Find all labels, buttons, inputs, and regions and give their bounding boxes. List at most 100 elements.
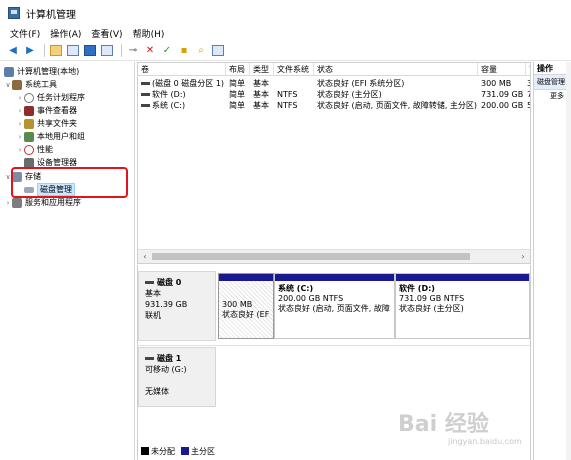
column-header-free[interactable]: 可 xyxy=(526,63,530,76)
chevron-right-icon[interactable]: › xyxy=(16,120,24,128)
disk-type: 基本 xyxy=(145,289,161,298)
scrollbar-thumb[interactable] xyxy=(152,253,470,260)
tree-item-label: 任务计划程序 xyxy=(37,93,85,102)
navigation-tree: 计算机管理(本地) ∨ 系统工具 › 任务计划程序 › 事件查看器 › 共享文件… xyxy=(0,62,135,460)
legend-swatch xyxy=(181,447,189,455)
toolbar: ◀ ▶ ⊸ ✕ ✓ ▪ ⌕ xyxy=(0,41,571,61)
annotation-highlight-box xyxy=(11,167,128,198)
chevron-right-icon[interactable]: › xyxy=(16,94,24,102)
tools-icon xyxy=(12,79,22,90)
partition-status: 状态良好 (主分区) xyxy=(399,304,464,313)
performance-icon xyxy=(24,144,34,155)
volume-layout: 简单 xyxy=(229,101,245,110)
legend-label: 主分区 xyxy=(191,446,215,456)
column-header-status[interactable]: 状态 xyxy=(314,63,478,76)
disk-status: 联机 xyxy=(145,311,161,320)
view-icon[interactable] xyxy=(211,44,225,58)
connect-icon[interactable]: ⊸ xyxy=(126,44,140,58)
check-icon[interactable]: ✓ xyxy=(160,44,174,58)
disk-type: 可移动 (G:) xyxy=(145,365,187,374)
legend-swatch xyxy=(141,447,149,455)
table-row[interactable]: (磁盘 0 磁盘分区 1) 简单 基本 状态良好 (EFI 系统分区) 300 … xyxy=(138,78,530,89)
partition-bar xyxy=(396,274,529,281)
partition-status: 状态良好 (启动, 页面文件, 故障 xyxy=(278,304,390,313)
disk-name-row: 磁盘 0 xyxy=(145,277,209,288)
tree-item-event-viewer[interactable]: › 事件查看器 xyxy=(16,104,77,117)
tree-item-system-tools[interactable]: ∨ 系统工具 xyxy=(4,78,57,91)
horizontal-scrollbar[interactable]: ‹ › xyxy=(138,249,530,263)
properties-icon[interactable] xyxy=(100,44,114,58)
divider xyxy=(138,345,530,346)
volume-capacity: 731.09 GB xyxy=(481,90,524,99)
chevron-right-icon[interactable]: › xyxy=(16,107,24,115)
table-row[interactable]: 软件 (D:) 简单 基本 NTFS 状态良好 (主分区) 731.09 GB … xyxy=(138,89,530,100)
volume-type: 基本 xyxy=(253,101,269,110)
partition-bar xyxy=(219,274,273,281)
column-header-filesystem[interactable]: 文件系统 xyxy=(274,63,314,76)
tree-item-performance[interactable]: › 性能 xyxy=(16,143,53,156)
vertical-scrollbar[interactable] xyxy=(566,62,571,460)
delete-icon[interactable]: ✕ xyxy=(143,44,157,58)
toolbar-divider xyxy=(44,44,45,57)
scroll-right-icon[interactable]: › xyxy=(517,251,529,263)
chevron-down-icon[interactable]: ∨ xyxy=(4,81,12,89)
table-row[interactable]: 系统 (C:) 简单 基本 NTFS 状态良好 (启动, 页面文件, 故障转储,… xyxy=(138,100,530,111)
menu-help[interactable]: 帮助(H) xyxy=(133,27,165,40)
show-hide-tree-icon[interactable] xyxy=(66,44,80,58)
partition-c[interactable]: 系统 (C:) 200.00 GB NTFS 状态良好 (启动, 页面文件, 故… xyxy=(274,273,395,339)
tree-item-label: 性能 xyxy=(37,145,53,154)
volume-list-header: 卷 布局 类型 文件系统 状态 容量 可 xyxy=(138,63,530,76)
tree-item-root[interactable]: 计算机管理(本地) xyxy=(4,65,79,78)
disk-icon xyxy=(145,357,154,360)
column-header-layout[interactable]: 布局 xyxy=(226,63,250,76)
search-icon[interactable]: ⌕ xyxy=(194,44,208,58)
tree-item-label: 共享文件夹 xyxy=(37,119,77,128)
volume-layout: 简单 xyxy=(229,90,245,99)
baidu-watermark-logo: Bai 经验 jingyan.baidu.com xyxy=(398,412,522,446)
disk-1-label[interactable]: 磁盘 1 可移动 (G:) 无媒体 xyxy=(138,347,216,407)
up-folder-icon[interactable] xyxy=(49,44,63,58)
chevron-right-icon[interactable]: › xyxy=(16,133,24,141)
column-header-volume[interactable]: 卷 xyxy=(138,63,226,76)
volume-name: 系统 (C:) xyxy=(152,101,186,110)
volume-layout: 简单 xyxy=(229,79,245,88)
partition-title: 系统 (C:) xyxy=(278,284,314,293)
tree-item-label: 计算机管理(本地) xyxy=(17,67,80,76)
tree-item-shared-folders[interactable]: › 共享文件夹 xyxy=(16,117,77,130)
chevron-right-icon[interactable]: › xyxy=(4,199,12,207)
device-manager-icon xyxy=(24,157,34,168)
computer-icon xyxy=(4,66,14,77)
legend: 未分配 主分区 xyxy=(141,445,221,457)
menu-file[interactable]: 文件(F) xyxy=(10,27,40,40)
scroll-left-icon[interactable]: ‹ xyxy=(139,251,151,263)
back-icon[interactable]: ◀ xyxy=(6,44,20,58)
tree-item-task-scheduler[interactable]: › 任务计划程序 xyxy=(16,91,85,104)
legend-item-primary: 主分区 xyxy=(181,446,215,457)
column-header-capacity[interactable]: 容量 xyxy=(478,63,526,76)
chevron-right-icon[interactable]: › xyxy=(16,146,24,154)
column-header-type[interactable]: 类型 xyxy=(250,63,274,76)
menu-action[interactable]: 操作(A) xyxy=(50,27,81,40)
volume-filesystem xyxy=(274,78,314,89)
folder-icon[interactable]: ▪ xyxy=(177,44,191,58)
partition-efi[interactable]: 300 MB 状态良好 (EF xyxy=(218,273,274,339)
volume-icon xyxy=(141,93,150,96)
partition-size: 731.09 GB NTFS xyxy=(399,294,465,303)
volume-filesystem: NTFS xyxy=(277,90,298,99)
event-viewer-icon xyxy=(24,105,34,116)
disk-name: 磁盘 0 xyxy=(157,278,182,287)
volume-free: 7 xyxy=(526,89,530,100)
tree-item-local-users[interactable]: › 本地用户和组 xyxy=(16,130,85,143)
menu-view[interactable]: 查看(V) xyxy=(91,27,122,40)
forward-icon[interactable]: ▶ xyxy=(23,44,37,58)
help-icon[interactable] xyxy=(83,44,97,58)
shared-folder-icon xyxy=(24,118,34,129)
partition-d[interactable]: 软件 (D:) 731.09 GB NTFS 状态良好 (主分区) xyxy=(395,273,530,339)
tree-item-label: 服务和应用程序 xyxy=(25,198,81,207)
legend-label: 未分配 xyxy=(151,446,175,456)
disk-0-label[interactable]: 磁盘 0 基本 931.39 GB 联机 xyxy=(138,271,216,341)
partition-title: 软件 (D:) xyxy=(399,284,435,293)
volume-capacity: 200.00 GB xyxy=(481,101,524,110)
disk-name: 磁盘 1 xyxy=(157,354,182,363)
partition-status: 状态良好 (EF xyxy=(222,310,270,319)
